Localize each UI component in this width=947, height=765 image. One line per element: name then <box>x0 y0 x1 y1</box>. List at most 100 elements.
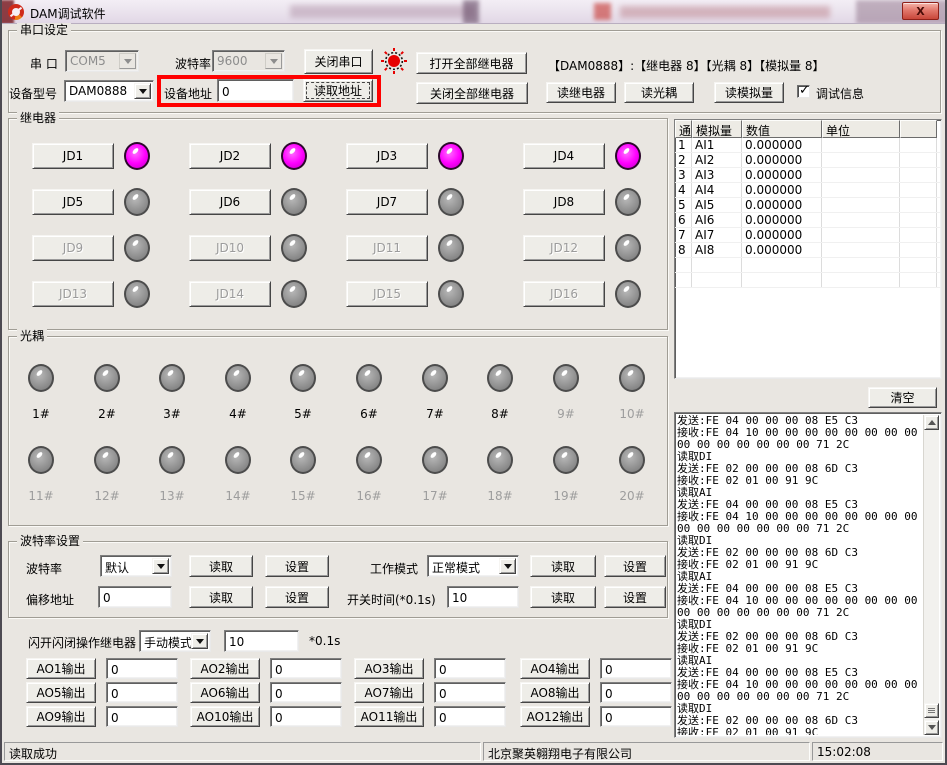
debug-info-label: 调试信息 <box>816 85 864 102</box>
log-scrollbar[interactable] <box>923 415 939 735</box>
ao-output-button-6[interactable]: AO6输出 <box>190 682 260 703</box>
flash-time-input[interactable] <box>224 630 299 652</box>
relay-button-jd2[interactable]: JD2 <box>189 143 271 169</box>
ao-output-input-2[interactable] <box>270 658 342 679</box>
analog-col-header[interactable] <box>900 120 937 138</box>
ao-output-button-5[interactable]: AO5输出 <box>26 682 96 703</box>
clear-log-button[interactable]: 清空 <box>868 387 937 408</box>
opto-cell: 7# <box>407 364 463 421</box>
relay-button-jd9[interactable]: JD9 <box>32 235 114 261</box>
work-mode-set-button[interactable]: 设置 <box>604 555 666 577</box>
opto-label: 8# <box>491 407 509 421</box>
device-model-select[interactable]: DAM0888 <box>64 80 154 102</box>
relay-led-off <box>281 234 307 262</box>
table-row[interactable] <box>675 273 941 288</box>
baud-set-select[interactable]: 默认 <box>100 555 172 577</box>
scroll-up-button[interactable] <box>924 415 939 430</box>
scroll-down-button[interactable] <box>924 720 939 735</box>
relay-button-jd12[interactable]: JD12 <box>523 235 605 261</box>
ao-output-button-11[interactable]: AO11输出 <box>354 706 424 727</box>
ao-output-input-9[interactable] <box>106 706 178 727</box>
read-analog-button[interactable]: 读模拟量 <box>714 82 784 103</box>
relay-button-jd13[interactable]: JD13 <box>32 281 114 307</box>
chevron-down-icon <box>265 53 282 69</box>
switch-time-read-button[interactable]: 读取 <box>530 586 596 608</box>
ao-output-button-7[interactable]: AO7输出 <box>354 682 424 703</box>
ao-output-button-10[interactable]: AO10输出 <box>190 706 260 727</box>
offset-read-button[interactable]: 读取 <box>189 586 253 608</box>
close-button[interactable]: X <box>902 2 939 20</box>
ao-output-button-1[interactable]: AO1输出 <box>26 658 96 679</box>
ao-output-input-5[interactable] <box>106 682 178 703</box>
relay-button-jd3[interactable]: JD3 <box>346 143 428 169</box>
table-row[interactable] <box>675 258 941 273</box>
relay-button-jd11[interactable]: JD11 <box>346 235 428 261</box>
ao-output-button-4[interactable]: AO4输出 <box>520 658 590 679</box>
analog-col-header[interactable]: 数值 <box>742 120 822 138</box>
debug-log-box[interactable]: 发送:FE 04 00 00 00 08 E5 C3 接收:FE 04 10 0… <box>674 412 942 738</box>
relay-button-jd5[interactable]: JD5 <box>32 189 114 215</box>
serial-port-value: COM5 <box>70 54 106 68</box>
ao-output-button-12[interactable]: AO12输出 <box>520 706 590 727</box>
analog-input-table[interactable]: 通模拟量数值单位 1AI10.0000002AI20.0000003AI30.0… <box>674 119 942 379</box>
debug-info-checkbox[interactable]: ✓ <box>797 85 810 98</box>
table-row[interactable]: 3AI30.000000 <box>675 168 941 183</box>
opto-cell: 17# <box>407 446 463 503</box>
table-row[interactable]: 4AI40.000000 <box>675 183 941 198</box>
relay-button-jd14[interactable]: JD14 <box>189 281 271 307</box>
relay-button-jd6[interactable]: JD6 <box>189 189 271 215</box>
close-serial-button[interactable]: 关闭串口 <box>304 49 373 74</box>
relay-button-jd8[interactable]: JD8 <box>523 189 605 215</box>
relay-button-jd15[interactable]: JD15 <box>346 281 428 307</box>
ao-output-input-6[interactable] <box>270 682 342 703</box>
ao-output-input-12[interactable] <box>600 706 672 727</box>
relay-button-jd1[interactable]: JD1 <box>32 143 114 169</box>
device-summary: 【DAM0888】:【继电器 8】【光耦 8】【模拟量 8】 <box>548 57 825 74</box>
ao-output-input-4[interactable] <box>600 658 672 679</box>
relay-cell: JD3 <box>346 142 496 170</box>
read-address-button[interactable]: 读取地址 <box>303 79 373 102</box>
flash-mode-select[interactable]: 手动模式 <box>139 630 211 652</box>
scrollbar-thumb[interactable] <box>924 703 939 718</box>
table-row[interactable]: 7AI70.000000 <box>675 228 941 243</box>
switch-time-set-button[interactable]: 设置 <box>604 586 666 608</box>
open-all-relays-button[interactable]: 打开全部继电器 <box>416 52 527 74</box>
table-row[interactable]: 8AI80.000000 <box>675 243 941 258</box>
read-opto-button[interactable]: 读光耦 <box>624 82 694 103</box>
analog-col-header[interactable]: 单位 <box>822 120 900 138</box>
offset-set-button[interactable]: 设置 <box>265 586 329 608</box>
read-relay-button[interactable]: 读继电器 <box>546 82 616 103</box>
table-cell: AI5 <box>692 198 742 212</box>
analog-col-header[interactable]: 通 <box>675 120 692 138</box>
relay-button-jd4[interactable]: JD4 <box>523 143 605 169</box>
table-row[interactable]: 5AI50.000000 <box>675 198 941 213</box>
ao-output-input-3[interactable] <box>434 658 506 679</box>
analog-col-header[interactable]: 模拟量 <box>692 120 742 138</box>
close-all-relays-button[interactable]: 关闭全部继电器 <box>416 82 528 104</box>
ao-output-input-8[interactable] <box>600 682 672 703</box>
table-row[interactable]: 6AI60.000000 <box>675 213 941 228</box>
relay-button-jd16[interactable]: JD16 <box>523 281 605 307</box>
ao-output-button-2[interactable]: AO2输出 <box>190 658 260 679</box>
relay-button-jd7[interactable]: JD7 <box>346 189 428 215</box>
ao-output-input-11[interactable] <box>434 706 506 727</box>
baud-read-button[interactable]: 读取 <box>189 555 253 577</box>
switch-time-input[interactable] <box>447 586 519 608</box>
ao-output-button-9[interactable]: AO9输出 <box>26 706 96 727</box>
baud-set-button[interactable]: 设置 <box>265 555 329 577</box>
work-mode-read-button[interactable]: 读取 <box>530 555 596 577</box>
table-row[interactable]: 1AI10.000000 <box>675 138 941 153</box>
ao-output-input-10[interactable] <box>270 706 342 727</box>
device-address-input[interactable] <box>217 79 294 102</box>
ao-output-button-3[interactable]: AO3输出 <box>354 658 424 679</box>
relay-button-jd10[interactable]: JD10 <box>189 235 271 261</box>
opto-cell: 12# <box>79 446 135 503</box>
ao-output-button-8[interactable]: AO8输出 <box>520 682 590 703</box>
offset-address-input[interactable] <box>98 586 172 608</box>
work-mode-select[interactable]: 正常模式 <box>427 555 519 577</box>
ao-output-input-1[interactable] <box>106 658 178 679</box>
opto-led-off <box>225 364 251 392</box>
ao-output-input-7[interactable] <box>434 682 506 703</box>
table-row[interactable]: 2AI20.000000 <box>675 153 941 168</box>
table-cell: AI2 <box>692 153 742 167</box>
